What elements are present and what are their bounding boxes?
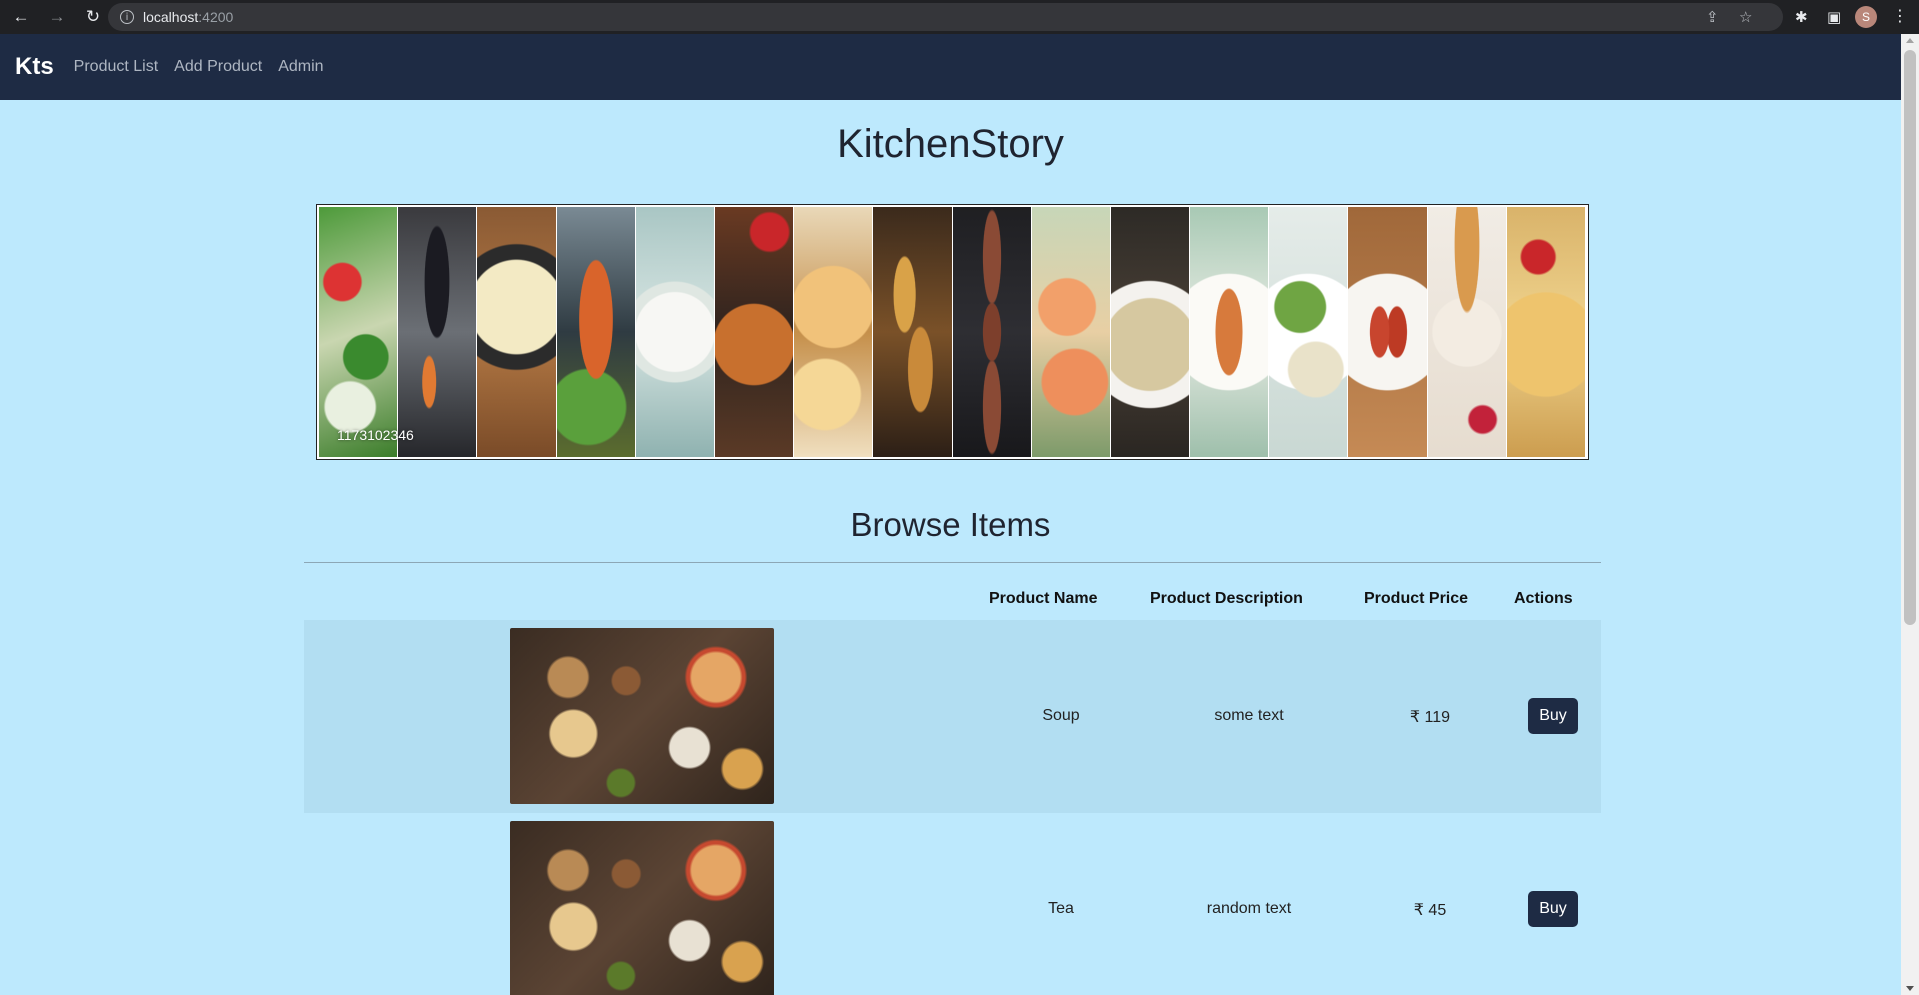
banner-strip-mashed-potato [477,207,556,457]
banner-strip-croissant-coffee [1427,207,1506,457]
banner-strip-rice [635,207,714,457]
page-scrollbar[interactable] [1901,34,1919,995]
page-title: KitchenStory [837,122,1064,166]
browser-toolbar: ← → ↻ i localhost:4200 ⇪ ☆ ✱ ▣ S ⋮ [0,0,1919,34]
cell-product-name: Tea [1048,900,1074,917]
cell-product-name: Soup [1042,707,1080,724]
section-divider [304,562,1601,563]
banner-strip-grilled-chicken [1190,207,1269,457]
banner-strip-paella-pan [714,207,794,457]
side-panel-icon[interactable]: ▣ [1827,8,1841,26]
nav-link-admin[interactable]: Admin [278,58,323,76]
banner-strip-shrimp [1031,207,1110,457]
banner-strip-potato-wedges [873,207,952,457]
banner-strip-omelette [1506,207,1585,457]
profile-avatar[interactable]: S [1855,6,1877,28]
site-info-icon[interactable]: i [120,10,134,24]
section-title: Browse Items [850,506,1051,543]
cell-product-price: ₹ 45 [1413,902,1447,919]
banner-strip-caesar-salad [1269,207,1348,457]
share-icon[interactable]: ⇪ [1706,8,1719,26]
address-bar[interactable]: i localhost:4200 ⇪ ☆ [108,3,1783,31]
bookmark-star-icon[interactable]: ☆ [1739,8,1752,26]
back-arrow-icon[interactable]: ← [6,2,36,32]
table-header: Product Name Product Description Product… [304,580,1601,620]
banner-strip-sausages [1348,207,1427,457]
cell-product-price: ₹ 119 [1409,709,1451,726]
browser-menu-icon[interactable]: ⋮ [1892,6,1908,26]
buy-button[interactable]: Buy [1528,698,1578,734]
banner-strip-steaks [952,207,1031,457]
column-header-actions: Actions [1514,590,1573,607]
app-navbar: Kts Product List Add Product Admin [0,34,1901,100]
column-header-product-description: Product Description [1150,590,1303,607]
banner-strip-mussels [398,207,477,457]
url-text[interactable]: localhost:4200 [143,9,233,25]
table-row: Tea random text ₹ 45 Buy [304,813,1601,995]
food-collage-banner: 1173102346 [316,204,1589,460]
forward-arrow-icon[interactable]: → [42,2,72,32]
banner-strip-mushroom-pasta [1110,207,1190,457]
banner-strip-salmon [556,207,635,457]
scrollbar-thumb[interactable] [1904,50,1916,625]
nav-link-product-list[interactable]: Product List [74,58,158,76]
column-header-product-name: Product Name [989,590,1098,607]
brand-logo[interactable]: Kts [15,53,54,81]
product-image [510,821,774,995]
product-table: Product Name Product Description Product… [304,580,1601,995]
nav-link-add-product[interactable]: Add Product [174,58,262,76]
product-image [510,628,774,804]
cell-product-description: random text [1206,900,1292,917]
column-header-product-price: Product Price [1364,590,1469,607]
banner-strip-pasta [794,207,873,457]
scroll-down-arrow-icon[interactable] [1906,986,1914,991]
reload-icon[interactable]: ↻ [78,2,108,32]
scroll-up-arrow-icon[interactable] [1906,38,1914,43]
banner-image-id: 1173102346 [337,427,414,443]
cell-product-description: some text [1214,707,1284,724]
extensions-puzzle-icon[interactable]: ✱ [1795,8,1808,26]
banner-strip-salad [319,207,398,457]
table-row: Soup some text ₹ 119 Buy [304,620,1601,813]
buy-button[interactable]: Buy [1528,891,1578,927]
